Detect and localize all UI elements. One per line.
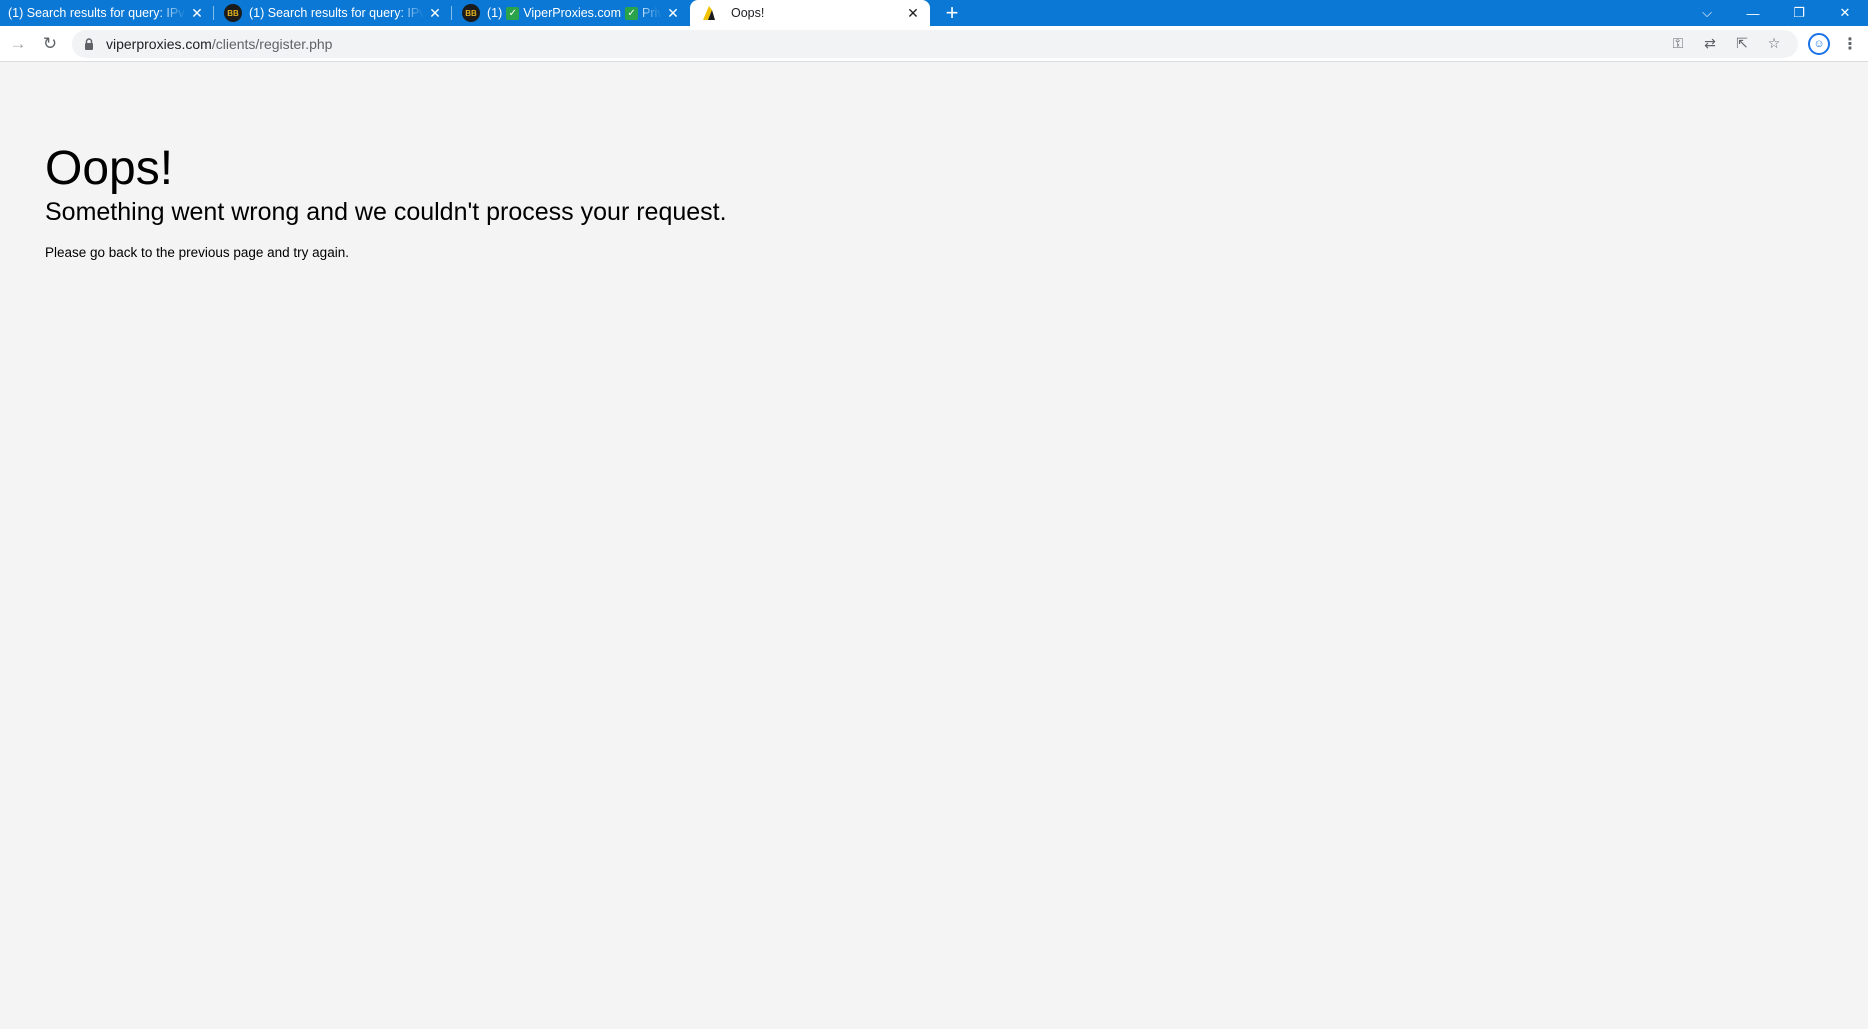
url-path: /clients/register.php	[211, 35, 333, 52]
tab-search-results-1[interactable]: (1) Search results for query: IPv4 ✕	[0, 0, 214, 26]
tab-title-suffix: Priv	[642, 5, 662, 20]
window-controls: ⌵ — ❐ ✕	[1684, 0, 1868, 26]
url-text: viperproxies.com/clients/register.php	[106, 36, 332, 52]
minimize-icon[interactable]: —	[1730, 0, 1776, 26]
checkmark-icon: ✓	[625, 7, 639, 21]
key-icon[interactable]: ⚿	[1664, 32, 1692, 56]
forum-icon: BB	[224, 4, 242, 22]
warning-icon	[703, 6, 715, 20]
close-icon[interactable]: ✕	[424, 2, 446, 24]
tab-title: (1) Search results for query: IPv4	[8, 6, 186, 20]
tab-title: Oops!	[731, 6, 765, 20]
forum-icon: BB	[462, 4, 480, 22]
address-bar[interactable]: viperproxies.com/clients/register.php ⚿ …	[72, 29, 1798, 58]
profile-avatar-icon[interactable]: ☺	[1808, 32, 1830, 55]
reload-icon[interactable]: ↻	[36, 30, 64, 58]
close-icon[interactable]: ✕	[186, 2, 208, 24]
close-icon[interactable]: ✕	[902, 2, 924, 24]
checkmark-icon: ✓	[506, 7, 520, 21]
lock-icon	[85, 37, 93, 50]
tab-search-results-2[interactable]: BB (1) Search results for query: IPv4 ✕	[214, 0, 452, 26]
address-bar-actions: ⚿ ⇄ ⇱ ☆	[1664, 32, 1788, 56]
error-content: Oops! Something went wrong and we couldn…	[45, 142, 727, 260]
error-message: Please go back to the previous page and …	[45, 244, 349, 260]
tab-viperproxies[interactable]: BB (1) ✓ ViperProxies.com ✓ Priv ✕	[452, 0, 690, 26]
translate-icon[interactable]: ⇄	[1696, 32, 1724, 56]
window-close-icon[interactable]: ✕	[1822, 0, 1868, 26]
page-title: Oops!	[45, 142, 174, 195]
restore-icon[interactable]: ❐	[1776, 0, 1822, 26]
tab-search-dropdown-icon[interactable]: ⌵	[1684, 0, 1730, 26]
forward-arrow-icon[interactable]: →	[4, 30, 32, 58]
tab-strip: (1) Search results for query: IPv4 ✕ BB …	[0, 0, 1868, 26]
tab-title: (1) Search results for query: IPv4	[249, 6, 424, 20]
page-body: Oops! Something went wrong and we couldn…	[0, 63, 1868, 1029]
close-icon[interactable]: ✕	[662, 2, 684, 24]
url-host: viperproxies.com	[106, 35, 212, 52]
new-tab-button[interactable]: +	[932, 0, 972, 26]
browser-toolbar: → ↻ viperproxies.com/clients/register.ph…	[0, 26, 1868, 62]
tab-title: (1) ✓ ViperProxies.com ✓ Priv	[487, 5, 662, 21]
error-subheading: Something went wrong and we couldn't pro…	[45, 197, 727, 226]
share-icon[interactable]: ⇱	[1728, 32, 1756, 56]
bookmark-star-icon[interactable]: ☆	[1760, 32, 1788, 56]
tab-title-main: ViperProxies.com	[523, 5, 622, 20]
tab-oops[interactable]: Oops! ✕	[690, 0, 930, 26]
menu-dots-icon[interactable]: ⋮	[1840, 34, 1860, 54]
tab-title-prefix: (1)	[487, 5, 503, 20]
